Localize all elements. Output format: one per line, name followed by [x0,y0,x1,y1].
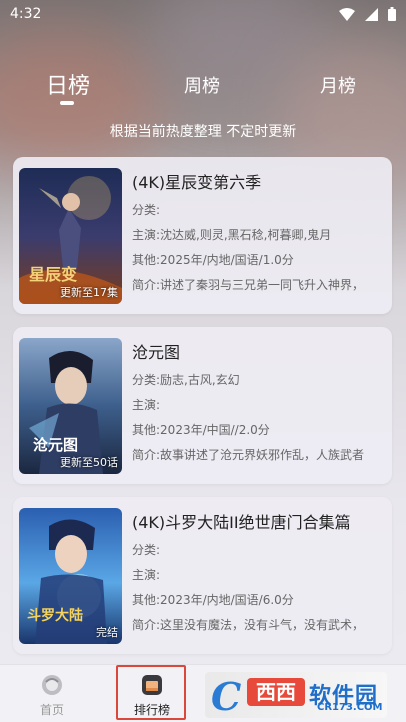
tab-daily[interactable]: 日榜 [42,68,94,100]
poster-image: 沧元图 更新至50话 [19,338,122,474]
item-other: 其他:2025年/内地/国语/1.0分 [132,253,294,267]
nav-ranking[interactable]: 排行榜 [124,673,180,718]
active-tab-indicator [60,101,74,105]
item-title: (4K)斗罗大陆II绝世唐门合集篇 [132,513,351,532]
episode-badge: 更新至17集 [60,286,118,299]
nav-home-label: 首页 [39,703,64,717]
item-category: 分类:励志,古风,玄幻 [132,373,240,387]
wifi-icon [339,7,355,21]
rank-tabs: 日榜 周榜 月榜 [0,68,406,108]
tab-monthly[interactable]: 月榜 [316,72,360,98]
poster-logo: 沧元图 [33,436,78,454]
status-bar: 4:32 [0,0,406,28]
status-time: 4:32 [10,6,42,22]
status-icons [339,7,396,21]
rank-subtitle: 根据当前热度整理 不定时更新 [109,124,297,140]
episode-badge: 更新至50话 [60,456,118,469]
signal-icon [365,7,378,21]
list-item[interactable]: 沧元图 更新至50话 沧元图 分类:励志,古风,玄幻 主演: 其他:2023年/… [13,327,392,484]
nav-ranking-label: 排行榜 [133,703,170,717]
item-category: 分类: [132,543,161,557]
item-other: 其他:2023年/内地/国语/6.0分 [132,593,294,607]
episode-badge: 完结 [96,626,118,639]
poster-logo: 斗罗大陆 [27,607,83,624]
home-icon [40,673,64,697]
nav-home[interactable]: 首页 [24,673,80,718]
tab-weekly[interactable]: 周榜 [180,72,224,98]
list-item[interactable]: 斗罗大陆 完结 (4K)斗罗大陆II绝世唐门合集篇 分类: 主演: 其他:202… [13,497,392,654]
item-cast: 主演: [132,398,161,412]
item-intro: 简介:讲述了秦羽与三兄弟一同飞升入神界， [132,278,365,292]
item-cast: 主演: [132,568,161,582]
watermark-logo: C 西西 软件园 CR173.COM [205,672,387,718]
poster-logo: 星辰变 [29,265,77,284]
item-cast: 主演:沈达威,则灵,黑石稔,柯暮卿,鬼月 [132,228,332,242]
item-other: 其他:2023年/中国//2.0分 [132,423,270,437]
item-category: 分类: [132,203,161,217]
battery-icon [388,7,396,21]
ranking-icon [140,673,164,697]
poster-image: 星辰变 更新至17集 [19,168,122,304]
item-title: 沧元图 [132,343,181,362]
list-item[interactable]: 星辰变 更新至17集 (4K)星辰变第六季 分类: 主演:沈达威,则灵,黑石稔,… [13,157,392,314]
poster-image: 斗罗大陆 完结 [19,508,122,644]
item-title: (4K)星辰变第六季 [132,173,262,192]
item-intro: 简介:这里没有魔法，没有斗气，没有武术， [132,618,365,632]
item-intro: 简介:故事讲述了沧元界妖邪作乱，人族武者 [132,448,365,462]
